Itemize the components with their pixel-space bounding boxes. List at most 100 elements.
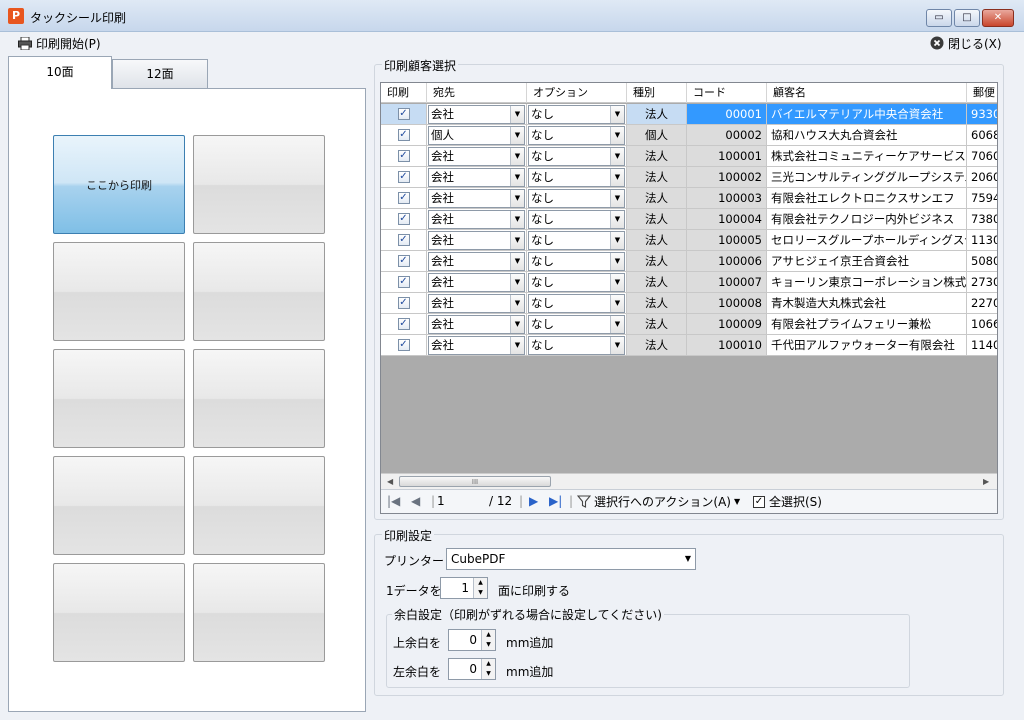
option-select[interactable]: なし ▼ [528,315,625,334]
label-tile-6[interactable] [193,349,325,448]
label-tile-2[interactable] [193,135,325,234]
to-select[interactable]: 会社 ▼ [428,294,525,313]
checkbox-icon[interactable]: ✓ [397,149,410,162]
table-row[interactable]: ✓ 会社 ▼ なし ▼ 法人 100006 アサヒジェイ京王合資会社 5080 [381,251,997,272]
to-select[interactable]: 会社 ▼ [428,105,525,124]
to-select[interactable]: 個人 ▼ [428,126,525,145]
to-select[interactable]: 会社 ▼ [428,231,525,250]
print-checkbox-cell[interactable]: ✓ [381,125,427,146]
scroll-right-icon[interactable]: ▶ [983,477,989,486]
table-row[interactable]: ✓ 会社 ▼ なし ▼ 法人 100002 三光コンサルティンググループシステム... 2060 [381,167,997,188]
to-select[interactable]: 会社 ▼ [428,336,525,355]
checkbox-icon[interactable]: ✓ [397,296,410,309]
label-tile-9[interactable] [53,563,185,662]
page-number-input[interactable]: 1 [437,494,445,508]
first-page-button[interactable]: |◀ [387,494,400,508]
select-all-checkbox[interactable]: ✓ 全選択(S) [753,493,822,510]
scroll-left-icon[interactable]: ◀ [387,477,393,486]
minimize-button[interactable]: ▭ [926,9,952,27]
table-row[interactable]: ✓ 会社 ▼ なし ▼ 法人 100010 千代田アルファウォーター有限会社 1140 [381,335,997,356]
stepper-arrows-icon[interactable]: ▲ ▼ [481,659,495,679]
scroll-thumb[interactable]: III [399,476,551,487]
maximize-button[interactable]: □ [954,9,980,27]
to-select[interactable]: 会社 ▼ [428,252,525,271]
checkbox-icon[interactable]: ✓ [397,170,410,183]
option-select[interactable]: なし ▼ [528,294,625,313]
label-tile-7[interactable] [53,456,185,555]
print-checkbox-cell[interactable]: ✓ [381,314,427,335]
col-kind[interactable]: 種別 [627,83,687,103]
print-checkbox-cell[interactable]: ✓ [381,104,427,125]
col-name[interactable]: 顧客名 [767,83,967,103]
tab-12[interactable]: 12面 [112,59,208,88]
table-row[interactable]: ✓会社▼なし▼法人100007キョーリン東京コーポレーション株式会社2730 [381,272,997,293]
horizontal-scrollbar[interactable]: ◀ III ▶ [381,473,997,489]
option-select[interactable]: なし ▼ [528,189,625,208]
checkbox-icon[interactable]: ✓ [397,233,410,246]
print-checkbox-cell[interactable]: ✓ [381,272,427,293]
print-checkbox-cell[interactable]: ✓ [381,146,427,167]
table-row[interactable]: ✓会社▼なし▼法人100001株式会社コミュニティーケアサービスコン...706… [381,146,997,167]
print-checkbox-cell[interactable]: ✓ [381,230,427,251]
checkbox-icon[interactable]: ✓ [397,128,410,141]
stepper-arrows-icon[interactable]: ▲ ▼ [481,630,495,650]
checkbox-icon[interactable]: ✓ [397,275,410,288]
next-page-button[interactable]: ▶ [529,494,538,508]
checkbox-icon[interactable]: ✓ [397,317,410,330]
checkbox-icon[interactable]: ✓ [397,212,410,225]
table-row[interactable]: ✓ 会社 ▼ なし ▼ 法人 100009 有限会社プライムフェリー兼松 1066 [381,314,997,335]
table-row[interactable]: ✓ 会社 ▼ なし ▼ 法人 00001 バイエルマテリアル中央合資会社 9330 [381,104,997,125]
prev-page-button[interactable]: ◀ [411,494,420,508]
table-row[interactable]: ✓ 会社 ▼ なし ▼ 法人 100003 有限会社エレクトロニクスサンエフ 7594 [381,188,997,209]
table-row[interactable]: ✓ 会社 ▼ なし ▼ 法人 100005 セロリースグループホールディングス合... 1130 [381,230,997,251]
to-select[interactable]: 会社 ▼ [428,210,525,229]
label-tile-3[interactable] [53,242,185,341]
label-tile-4[interactable] [193,242,325,341]
option-select[interactable]: なし ▼ [528,168,625,187]
checkbox-icon[interactable]: ✓ [397,338,410,351]
top-margin-stepper[interactable]: 0 ▲ ▼ [448,629,496,651]
col-print[interactable]: 印刷 [381,83,427,103]
option-select[interactable]: なし ▼ [528,231,625,250]
label-tile-1[interactable]: ここから印刷 [53,135,185,234]
last-page-button[interactable]: ▶| [549,494,562,508]
printer-select[interactable]: CubePDF ▼ [446,548,696,570]
col-option[interactable]: オプション [527,83,627,103]
print-checkbox-cell[interactable]: ✓ [381,293,427,314]
stepper-arrows-icon[interactable]: ▲ ▼ [473,578,487,598]
table-row[interactable]: ✓ 会社 ▼ なし ▼ 法人 100008 青木製造大丸株式会社 2270 [381,293,997,314]
checkbox-icon[interactable]: ✓ [397,191,410,204]
checkbox-icon[interactable]: ✓ [397,107,410,120]
option-select[interactable]: なし ▼ [528,105,625,124]
to-select[interactable]: 会社 ▼ [428,315,525,334]
option-select[interactable]: なし ▼ [528,252,625,271]
print-checkbox-cell[interactable]: ✓ [381,167,427,188]
data-count-stepper[interactable]: 1 ▲ ▼ [440,577,488,599]
option-select[interactable]: なし ▼ [528,273,625,292]
close-button[interactable]: 閉じる(X) [930,34,1002,52]
to-select[interactable]: 会社 ▼ [428,168,525,187]
table-row[interactable]: ✓ 会社 ▼ なし ▼ 法人 100004 有限会社テクノロジー内外ビジネス 7380 [381,209,997,230]
table-row[interactable]: ✓ 個人 ▼ なし ▼ 個人 00002 協和ハウス大丸合資会社 6068 [381,125,997,146]
option-select[interactable]: なし ▼ [528,210,625,229]
print-checkbox-cell[interactable]: ✓ [381,188,427,209]
col-to[interactable]: 宛先 [427,83,527,103]
col-zip[interactable]: 郵便 [967,83,997,103]
option-select[interactable]: なし ▼ [528,147,625,166]
tab-10[interactable]: 10面 [8,56,112,89]
left-margin-stepper[interactable]: 0 ▲ ▼ [448,658,496,680]
row-action-button[interactable]: 選択行へのアクション(A) ▼ [577,493,740,510]
to-select[interactable]: 会社 ▼ [428,147,525,166]
print-checkbox-cell[interactable]: ✓ [381,209,427,230]
label-tile-10[interactable] [193,563,325,662]
print-start-button[interactable]: 印刷開始(P) [18,34,101,52]
to-select[interactable]: 会社 ▼ [428,273,525,292]
label-tile-8[interactable] [193,456,325,555]
option-select[interactable]: なし ▼ [528,126,625,145]
print-checkbox-cell[interactable]: ✓ [381,335,427,356]
to-select[interactable]: 会社 ▼ [428,189,525,208]
col-code[interactable]: コード [687,83,767,103]
label-tile-5[interactable] [53,349,185,448]
option-select[interactable]: なし ▼ [528,336,625,355]
checkbox-icon[interactable]: ✓ [397,254,410,267]
